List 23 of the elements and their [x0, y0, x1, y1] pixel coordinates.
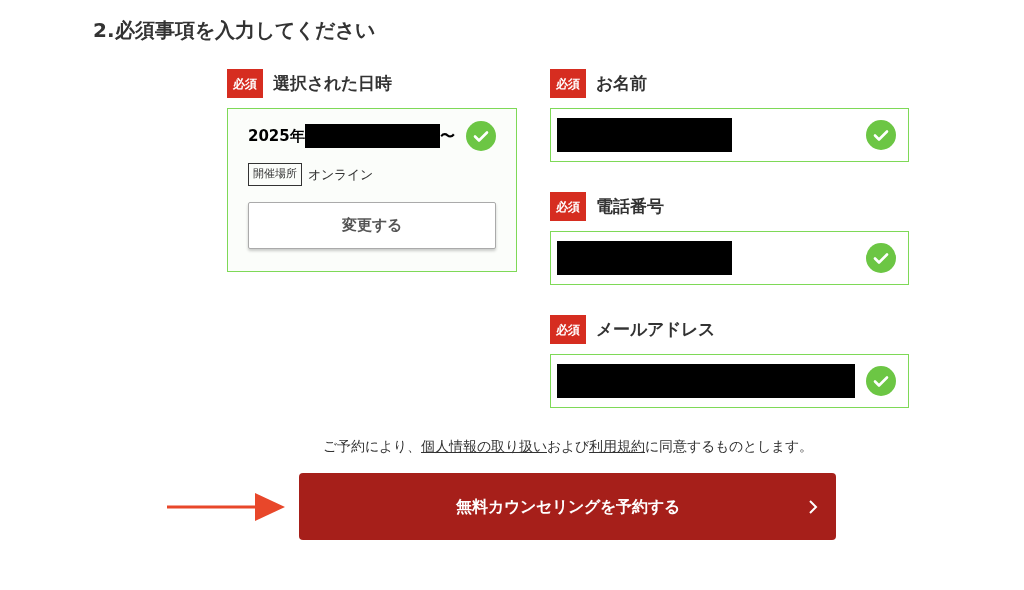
terms-link[interactable]: 利用規約	[589, 438, 645, 454]
field-label: メールアドレス	[596, 317, 715, 341]
input-field[interactable]	[550, 108, 909, 162]
field-label: 電話番号	[596, 194, 664, 218]
venue-tag: 開催場所	[248, 163, 302, 186]
input-field[interactable]	[550, 231, 909, 285]
privacy-link[interactable]: 個人情報の取り扱い	[421, 438, 547, 454]
field-label: 選択された日時	[273, 71, 392, 95]
required-badge: 必須	[227, 69, 263, 98]
required-badge: 必須	[550, 315, 586, 344]
consent-text: ご予約により、個人情報の取り扱いおよび利用規約に同意するものとします。	[323, 437, 813, 456]
arrow-icon	[167, 492, 285, 521]
chevron-right-icon	[808, 498, 818, 515]
venue-text: オンライン	[308, 165, 373, 184]
required-badge: 必須	[550, 192, 586, 221]
section-heading: 2.必須事項を入力してください	[93, 17, 376, 44]
required-badge: 必須	[550, 69, 586, 98]
date-tilde: 〜	[439, 125, 455, 147]
date-year: 2025年	[248, 125, 305, 147]
change-button[interactable]: 変更する	[248, 201, 496, 249]
input-field[interactable]	[550, 354, 909, 408]
field-label: お名前	[596, 71, 647, 95]
reserve-button[interactable]: 無料カウンセリングを予約する	[299, 473, 836, 540]
